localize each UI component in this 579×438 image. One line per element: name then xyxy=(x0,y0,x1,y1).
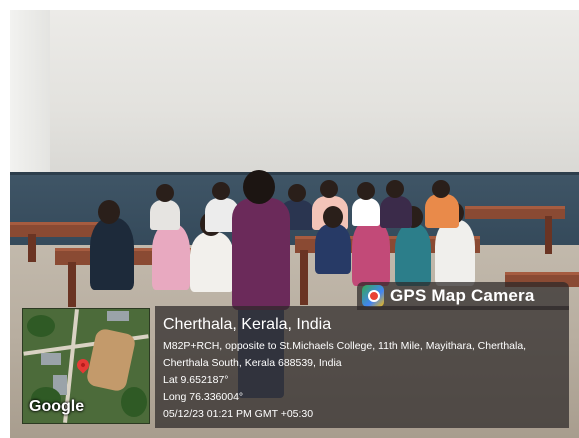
student xyxy=(352,198,380,226)
student-head xyxy=(288,184,306,202)
google-attribution: Google xyxy=(29,398,85,415)
student xyxy=(435,220,475,286)
student-head xyxy=(212,182,230,200)
student-head xyxy=(386,180,404,198)
map-trees xyxy=(27,315,55,337)
student-head xyxy=(320,180,338,198)
student-head xyxy=(323,206,343,228)
student xyxy=(352,220,390,286)
students-group xyxy=(90,180,490,292)
location-title: Cherthala, Kerala, India xyxy=(163,316,332,333)
student xyxy=(395,224,431,286)
bench-left-back xyxy=(10,222,100,237)
map-building xyxy=(107,311,129,321)
timestamp: 05/12/23 01:21 PM GMT +05:30 xyxy=(163,408,314,420)
teacher-head xyxy=(243,170,275,204)
student-head xyxy=(432,180,450,198)
bench-leg xyxy=(545,216,552,254)
longitude: Long 76.336004° xyxy=(163,391,244,403)
student xyxy=(380,196,412,228)
address-line-1: M82P+RCH, opposite to St.Michaels Colleg… xyxy=(163,340,527,352)
latitude: Lat 9.652187° xyxy=(163,374,229,386)
address-line-2: Cherthala South, Kerala 688539, India xyxy=(163,357,342,369)
student xyxy=(90,218,134,290)
student xyxy=(190,232,234,292)
wall-upper xyxy=(10,10,579,175)
bench-leg xyxy=(28,234,36,262)
student-head xyxy=(98,200,120,224)
student-head xyxy=(357,182,375,200)
student xyxy=(425,194,459,228)
map-building xyxy=(41,353,61,365)
student xyxy=(152,224,190,290)
teacher xyxy=(232,198,290,310)
student xyxy=(315,224,351,274)
student-head xyxy=(156,184,174,202)
bench-leg xyxy=(68,262,76,307)
student xyxy=(150,200,180,230)
gps-map-camera-icon xyxy=(362,285,384,307)
gps-app-name: GPS Map Camera xyxy=(390,286,535,305)
map-field xyxy=(85,327,137,393)
map-trees xyxy=(121,387,147,417)
